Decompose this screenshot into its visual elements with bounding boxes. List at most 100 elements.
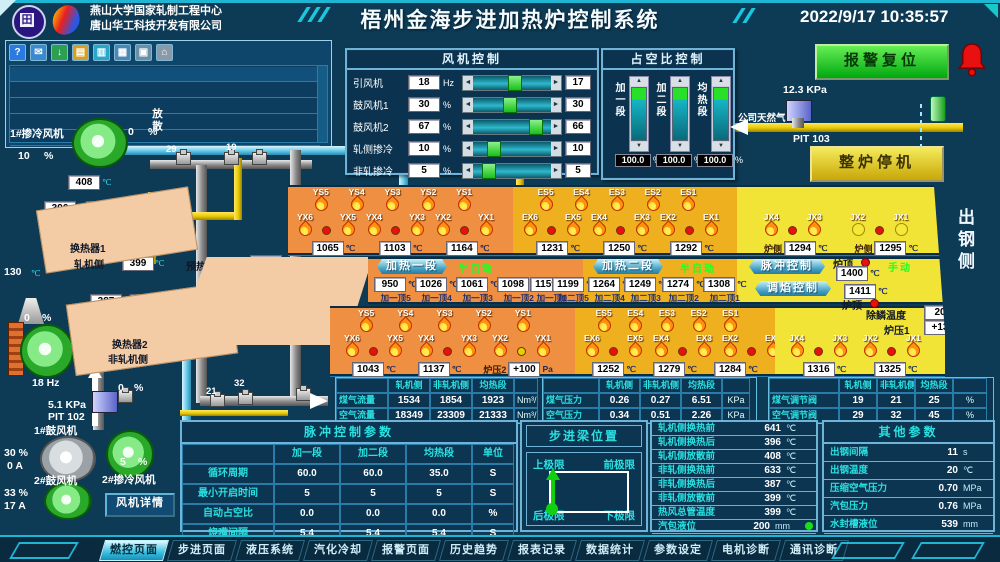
duty-label: 加一段 xyxy=(613,82,626,118)
help-icon[interactable]: ? xyxy=(9,44,26,61)
slider-arrow-down[interactable]: ▼ xyxy=(671,142,689,151)
burner-ES4: ES4 xyxy=(568,188,594,212)
slider-arrow-down[interactable]: ▼ xyxy=(712,142,730,151)
tab-液压系统[interactable]: 液压系统 xyxy=(235,540,305,561)
slider-track[interactable] xyxy=(473,164,551,178)
fan-detail-button[interactable]: 风机详情 xyxy=(105,493,175,517)
plant-label: 21 xyxy=(206,386,217,397)
pulse-row-label: 最小开启时间 xyxy=(182,484,274,504)
tab-汽化冷却[interactable]: 汽化冷却 xyxy=(303,540,373,561)
temp-item: 1137℃ xyxy=(418,362,462,376)
alarm-reset-button[interactable]: 报警复位 xyxy=(815,44,949,80)
fan-slider[interactable]: ◄► xyxy=(462,119,562,135)
slider-arrow-right[interactable]: ► xyxy=(551,76,561,90)
heat-exchanger-1-block xyxy=(36,186,198,273)
alarm-bell-icon[interactable] xyxy=(955,42,989,85)
burner-EX2: EX2 xyxy=(655,213,681,237)
zone-banner-加热二段[interactable]: 加热二段 xyxy=(593,259,663,274)
zone-banner-加热一段[interactable]: 加热一段 xyxy=(377,259,447,274)
tab-label: 通讯诊断 xyxy=(790,541,838,560)
furnace-stop-button[interactable]: 整炉停机 xyxy=(810,146,944,182)
fan-setpoint-box[interactable]: 10 xyxy=(565,141,591,156)
valve-icon[interactable] xyxy=(224,152,239,165)
fan-value-box[interactable]: 10 xyxy=(408,141,440,156)
temp-item: 1164℃ xyxy=(446,241,490,255)
chart-icon[interactable]: ▥ xyxy=(93,44,110,61)
window-icon[interactable]: ▣ xyxy=(135,44,152,61)
other-param-value: 11 xyxy=(924,444,958,461)
burner-EX4: EX4 xyxy=(648,334,674,358)
slider-arrow-right[interactable]: ► xyxy=(551,98,561,112)
fan-value-box[interactable]: 5 xyxy=(408,163,440,178)
slider-arrow-right[interactable]: ► xyxy=(551,164,561,178)
slider-arrow-right[interactable]: ► xyxy=(551,142,561,156)
slider-arrow-down[interactable]: ▼ xyxy=(630,142,648,151)
bottom-nav-bar: 燃控页面步进页面液压系统汽化冷却报警页面历史趋势报表记录数据统计参数设定电机诊断… xyxy=(0,535,1000,562)
slider-track[interactable] xyxy=(473,142,551,156)
duty-slider-track[interactable]: ▲▼ xyxy=(670,76,690,152)
slider-track[interactable] xyxy=(473,98,551,112)
download-icon[interactable]: ↓ xyxy=(51,44,68,61)
tab-报表记录[interactable]: 报表记录 xyxy=(507,540,577,561)
valve-icon[interactable] xyxy=(176,152,191,165)
temp-list-label: 非轧侧放散前 xyxy=(652,492,747,505)
tab-历史趋势[interactable]: 历史趋势 xyxy=(439,540,509,561)
fan-setpoint-box[interactable]: 30 xyxy=(565,97,591,112)
scrollbar[interactable] xyxy=(317,65,328,143)
plant-label: 12.3 KPa xyxy=(783,84,827,96)
slider-thumb[interactable] xyxy=(487,141,501,157)
tab-报警页面[interactable]: 报警页面 xyxy=(371,540,441,561)
slider-thumb[interactable] xyxy=(508,75,522,91)
zone-banner-调焰控制[interactable]: 调焰控制 xyxy=(755,281,831,296)
fan-value-box[interactable]: 18 xyxy=(408,75,440,90)
slider-track[interactable] xyxy=(473,76,551,90)
top-soak: JX4JX3JX2JX1炉侧1294℃炉侧1295℃ xyxy=(737,185,945,255)
mail-icon[interactable]: ✉ xyxy=(30,44,47,61)
tab-步进页面[interactable]: 步进页面 xyxy=(167,540,237,561)
valve-icon[interactable] xyxy=(238,392,253,405)
slider-arrow-left[interactable]: ◄ xyxy=(463,142,473,156)
fan-value-box[interactable]: 30 xyxy=(408,97,440,112)
tab-参数设定[interactable]: 参数设定 xyxy=(643,540,713,561)
slider-arrow-left[interactable]: ◄ xyxy=(463,98,473,112)
tab-电机诊断[interactable]: 电机诊断 xyxy=(711,540,781,561)
duty-slider-track[interactable]: ▲▼ xyxy=(629,76,649,152)
fan-value-box[interactable]: 67 xyxy=(408,119,440,134)
slider-arrow-right[interactable]: ► xyxy=(551,120,561,134)
slider-arrow-left[interactable]: ◄ xyxy=(463,164,473,178)
gas-valve-actuator-icon[interactable] xyxy=(930,96,946,122)
tab-通讯诊断[interactable]: 通讯诊断 xyxy=(779,540,849,561)
slider-thumb[interactable] xyxy=(529,119,543,135)
fan-slider[interactable]: ◄► xyxy=(462,97,562,113)
folder-icon[interactable]: ▤ xyxy=(72,44,89,61)
valve-icon[interactable] xyxy=(296,388,311,401)
slider-arrow-up[interactable]: ▲ xyxy=(712,77,730,86)
zone-banner-脉冲控制[interactable]: 脉冲控制 xyxy=(749,259,825,274)
slider-thumb[interactable] xyxy=(503,97,517,113)
fan-slider[interactable]: ◄► xyxy=(462,75,562,91)
lock-icon[interactable]: ⌂ xyxy=(156,44,173,61)
fan-setpoint-box[interactable]: 66 xyxy=(565,119,591,134)
slider-arrow-up[interactable]: ▲ xyxy=(630,77,648,86)
fan-setpoint-box[interactable]: 5 xyxy=(565,163,591,178)
fan-slider[interactable]: ◄► xyxy=(462,141,562,157)
pulse-value: 5 xyxy=(274,484,340,504)
duty-slider-track[interactable]: ▲▼ xyxy=(711,76,731,152)
slider-track[interactable] xyxy=(473,120,551,134)
fan-2-mixing-cold xyxy=(106,430,154,478)
valve-icon[interactable] xyxy=(252,152,267,165)
tab-燃控页面[interactable]: 燃控页面 xyxy=(99,540,169,561)
fan-setpoint-box[interactable]: 17 xyxy=(565,75,591,90)
slider-arrow-up[interactable]: ▲ xyxy=(671,77,689,86)
slider-arrow-left[interactable]: ◄ xyxy=(463,120,473,134)
fan-unit: % xyxy=(443,144,459,154)
tab-数据统计[interactable]: 数据统计 xyxy=(575,540,645,561)
slider-arrow-left[interactable]: ◄ xyxy=(463,76,473,90)
slider-thumb[interactable] xyxy=(482,163,496,179)
decor-slash xyxy=(317,7,330,22)
burner-row-lower: EX6EX5EX4EX3EX2EX1 xyxy=(513,213,737,240)
pipe-arrow xyxy=(310,393,328,409)
temp-unit: ℃ xyxy=(570,243,580,254)
fan-slider[interactable]: ◄► xyxy=(462,163,562,179)
report-icon[interactable]: ▦ xyxy=(114,44,131,61)
